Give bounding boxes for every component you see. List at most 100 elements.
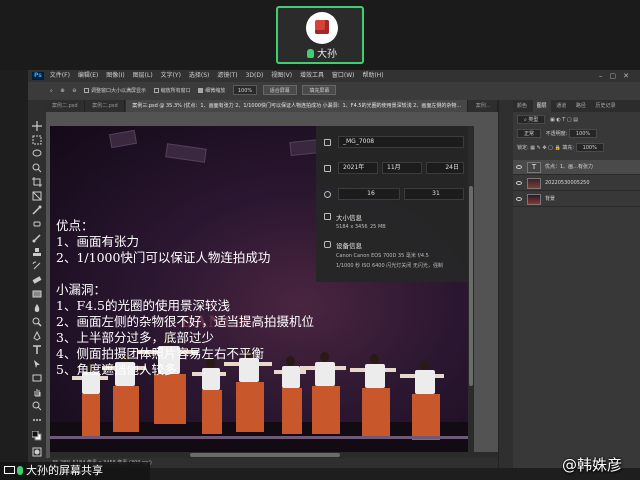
note-line-5[interactable]: 1、F4.5的光圈的使用景深较浅: [56, 298, 230, 314]
layer-name: 背景: [545, 196, 556, 202]
menu-type[interactable]: 文字(Y): [161, 72, 181, 79]
opacity-field[interactable]: 100%: [568, 129, 598, 138]
menu-bar: Ps 文件(F) 编辑(E) 图像(I) 图层(L) 文字(Y) 选择(S) 滤…: [28, 70, 640, 82]
lasso-tool-icon[interactable]: [32, 144, 42, 157]
scrubby-zoom-checkbox[interactable]: [198, 88, 204, 93]
note-line-7[interactable]: 3、上半部分过多，底部过少: [56, 330, 214, 346]
menu-select[interactable]: 选择(S): [189, 72, 210, 79]
eyedropper-tool-icon[interactable]: [32, 200, 42, 215]
calendar-icon: [324, 165, 331, 172]
gradient-tool-icon[interactable]: [32, 284, 42, 298]
marquee-tool-icon[interactable]: [32, 130, 42, 145]
visibility-eye-icon[interactable]: [516, 197, 522, 201]
menu-edit[interactable]: 编辑(E): [78, 72, 98, 79]
note-line-6[interactable]: 2、画面左侧的杂物很不好，适当提高拍摄机位: [56, 314, 314, 330]
menu-window[interactable]: 窗口(W): [332, 72, 355, 79]
filter-icons[interactable]: ▣ ◐ T ▢ ▤: [550, 117, 578, 123]
menu-help[interactable]: 帮助(H): [362, 72, 383, 79]
screen-share-bar[interactable]: 大孙的屏幕共享: [0, 462, 150, 480]
photo-layer-thumbnail: [527, 178, 541, 189]
note-line-9[interactable]: 5、角度遮挡他人较多: [56, 362, 176, 378]
eraser-tool-icon[interactable]: [32, 270, 42, 284]
quick-mask-icon[interactable]: [32, 442, 42, 457]
visibility-eye-icon[interactable]: [516, 165, 522, 169]
layer-background[interactable]: 背景: [513, 192, 640, 207]
visibility-eye-icon[interactable]: [516, 181, 522, 185]
clone-stamp-tool-icon[interactable]: [32, 242, 42, 256]
more-tools-icon[interactable]: [32, 410, 42, 421]
tab-paths[interactable]: 路径: [572, 100, 590, 112]
healing-brush-tool-icon[interactable]: [32, 214, 42, 227]
lock-icons[interactable]: ▦ ✎ ✥ ▢ 🔒: [530, 145, 562, 151]
zoom-tool-sidebar-icon[interactable]: [32, 396, 42, 411]
history-brush-tool-icon[interactable]: [32, 256, 42, 270]
zoom-in-icon[interactable]: ⊕: [60, 82, 64, 100]
menu-view[interactable]: 视图(V): [271, 72, 292, 79]
pen-tool-icon[interactable]: [32, 326, 42, 341]
brush-tool-icon[interactable]: [32, 228, 42, 243]
layer-kind-select[interactable]: ⌕ 类型: [517, 115, 546, 124]
hour-field[interactable]: 16: [338, 188, 400, 200]
participant-tile[interactable]: 大孙: [276, 6, 364, 64]
menu-filter[interactable]: 滤镜(T): [217, 72, 237, 79]
blend-row: 正常 不透明度: 100%: [513, 128, 640, 140]
doc-tab-2[interactable]: 案例二.psd: [86, 100, 125, 112]
zoom-level-field[interactable]: 100%: [232, 85, 258, 95]
layer-photo[interactable]: 20220530005250: [513, 176, 640, 191]
vertical-scrollbar[interactable]: [468, 126, 474, 452]
note-line-0[interactable]: 优点：: [56, 218, 94, 234]
menu-layer[interactable]: 图层(L): [133, 72, 153, 79]
resize-windows-option[interactable]: 调整窗口大小以满屏显示: [84, 82, 146, 100]
vertical-scroll-thumb[interactable]: [469, 186, 473, 386]
tab-layers[interactable]: 图层: [532, 100, 551, 112]
dodge-tool-icon[interactable]: [32, 312, 42, 327]
size-title: 大小信息: [336, 214, 362, 222]
quick-select-tool-icon[interactable]: [32, 158, 42, 173]
menu-image[interactable]: 图像(I): [106, 72, 124, 79]
avatar: [306, 12, 338, 44]
fit-screen-button[interactable]: 适合屏幕: [262, 85, 297, 95]
type-tool-icon[interactable]: [32, 340, 42, 354]
fill-screen-button[interactable]: 填充屏幕: [302, 85, 337, 95]
zoom-tool-icon[interactable]: ⌕: [50, 82, 53, 100]
zoom-out-icon[interactable]: ⊖: [72, 82, 76, 100]
resize-windows-checkbox[interactable]: [84, 88, 89, 93]
doc-tab-4[interactable]: 案例...: [470, 100, 498, 112]
frame-tool-icon[interactable]: [32, 186, 42, 201]
layer-name: 优点：1、画...有张力: [545, 164, 593, 170]
scrubby-zoom-option[interactable]: 细微缩放: [198, 82, 225, 100]
menu-plugins[interactable]: 增效工具: [300, 72, 324, 79]
tab-color[interactable]: 颜色: [513, 100, 531, 112]
year-field[interactable]: 2021年: [338, 162, 378, 174]
note-line-2[interactable]: 2、1/1000快门可以保证人物连拍成功: [56, 250, 270, 266]
zoom-all-checkbox[interactable]: [153, 88, 159, 93]
camera-icon: [324, 241, 331, 248]
day-field[interactable]: 24日: [426, 162, 464, 174]
note-line-8[interactable]: 4、侧面拍摄团体照片容易左右不平衡: [56, 346, 264, 362]
filename-field[interactable]: _MG_7008: [338, 136, 464, 148]
tab-history[interactable]: 历史记录: [591, 100, 619, 112]
layer-text[interactable]: T 优点：1、画...有张力: [513, 160, 640, 175]
tab-channels[interactable]: 通道: [552, 100, 570, 112]
horizontal-scroll-thumb[interactable]: [190, 453, 340, 457]
hand-tool-icon[interactable]: [32, 382, 42, 397]
path-select-tool-icon[interactable]: [32, 354, 42, 368]
doc-tab-active[interactable]: 案例三.psd @ 35.3% (优点：1、画面有张力 2、1/1000快门可以…: [126, 100, 469, 112]
menu-file[interactable]: 文件(F): [50, 72, 70, 79]
minute-field[interactable]: 31: [404, 188, 464, 200]
size-dimensions: 5184 x 3456: [336, 224, 368, 230]
note-line-4[interactable]: 小漏洞：: [56, 282, 106, 298]
zoom-all-option[interactable]: 缩放所有窗口: [153, 82, 191, 100]
blend-mode-select[interactable]: 正常: [517, 129, 542, 138]
crop-tool-icon[interactable]: [32, 172, 42, 187]
menu-3d[interactable]: 3D(D): [246, 72, 264, 79]
fill-field[interactable]: 100%: [575, 143, 604, 152]
rectangle-tool-icon[interactable]: [32, 368, 42, 382]
window-controls[interactable]: –▢✕: [599, 70, 636, 82]
note-line-1[interactable]: 1、画面有张力: [56, 234, 139, 250]
move-tool-icon[interactable]: [32, 116, 42, 131]
doc-tab-1[interactable]: 案例二.psd: [46, 100, 85, 112]
month-field[interactable]: 11月: [382, 162, 422, 174]
blur-tool-icon[interactable]: [32, 298, 42, 312]
color-swatches-icon[interactable]: [31, 426, 42, 441]
